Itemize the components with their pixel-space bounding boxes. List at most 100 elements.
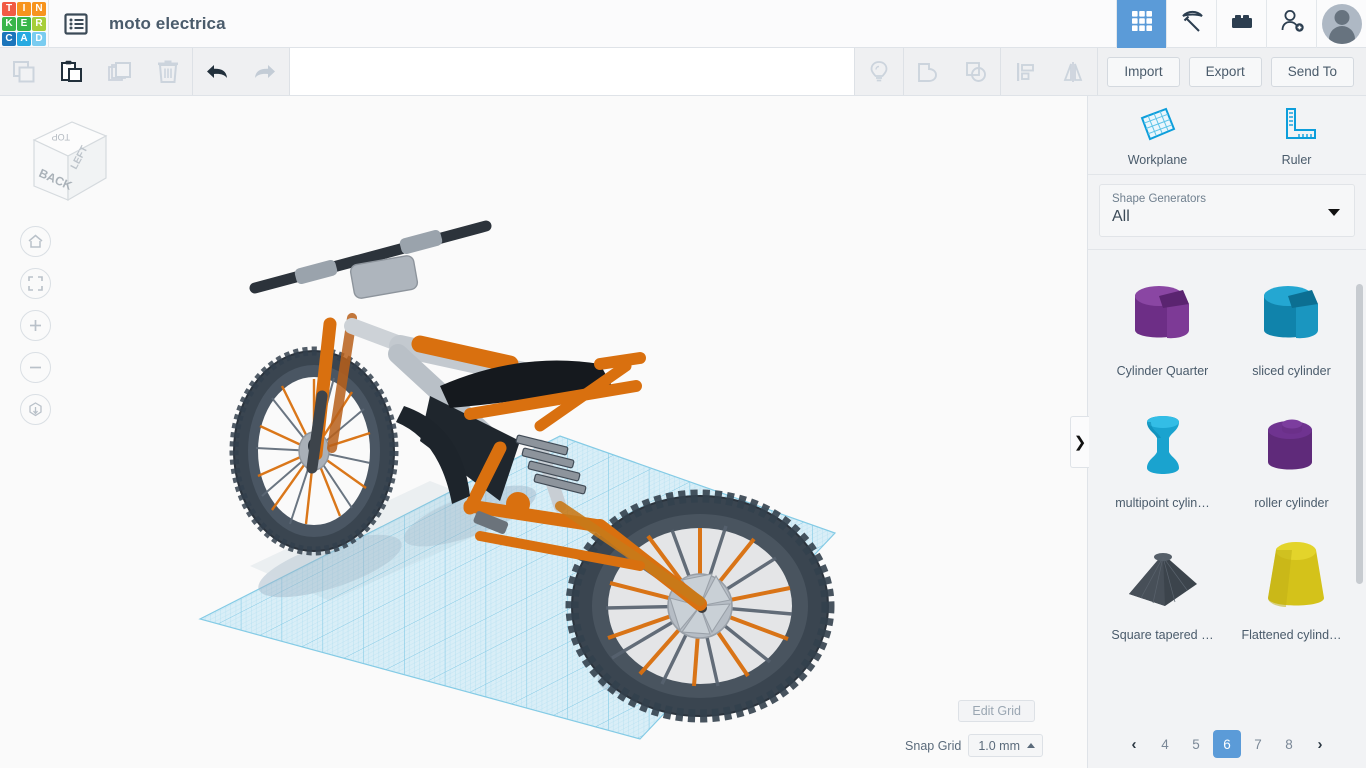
- shapes-scroll-area[interactable]: Cylinder Quarter sliced cylinder multipo…: [1088, 250, 1366, 726]
- duplicate-icon: [108, 61, 131, 81]
- tinkercad-logo[interactable]: TIN KER CAD: [0, 0, 48, 48]
- lightbulb-icon: [871, 60, 888, 81]
- roller-cylinder-icon: [1244, 396, 1340, 492]
- duplicate-button[interactable]: [96, 48, 144, 95]
- workplane-grid: [198, 435, 837, 740]
- ortho-perspective-toggle[interactable]: [20, 394, 51, 425]
- pagination: ‹ 4 5 6 7 8 ›: [1088, 726, 1366, 768]
- user-avatar[interactable]: [1316, 0, 1366, 48]
- zoom-out-button[interactable]: [20, 352, 51, 383]
- top-bar: TIN KER CAD moto electrica: [0, 0, 1366, 48]
- snap-grid-value: 1.0 mm: [978, 738, 1020, 753]
- edit-toolbar: Import Export Send To: [0, 48, 1366, 96]
- logo-tile-c: C: [2, 31, 16, 46]
- group-shapes-icon: [918, 62, 938, 82]
- flattened-cylinder-icon: [1244, 528, 1340, 624]
- import-button[interactable]: Import: [1107, 56, 1180, 87]
- logo-tile-t: T: [2, 1, 16, 16]
- copy-button[interactable]: [0, 48, 48, 95]
- panel-scrollbar[interactable]: [1356, 284, 1363, 584]
- mirror-icon: [1064, 61, 1083, 82]
- pagination-prev[interactable]: ‹: [1120, 730, 1148, 758]
- hint-button[interactable]: [855, 48, 903, 95]
- divider: [1097, 48, 1099, 95]
- avatar: [1321, 3, 1362, 44]
- ungroup-shapes-icon: [966, 61, 987, 82]
- document-list-icon[interactable]: [49, 0, 103, 48]
- zoom-in-button[interactable]: [20, 310, 51, 341]
- collapse-panel-handle[interactable]: ❯: [1070, 416, 1089, 468]
- plus-icon: [30, 320, 41, 331]
- grid-icon: [1129, 8, 1155, 39]
- blocks-button[interactable]: [1216, 0, 1266, 48]
- caret-up-icon: [1027, 743, 1035, 748]
- workplane-icon: [1136, 104, 1180, 149]
- fit-to-view-button[interactable]: [20, 268, 51, 299]
- shape-item[interactable]: roller cylinder: [1227, 396, 1356, 510]
- codeblocks-button[interactable]: [1166, 0, 1216, 48]
- pagination-page-5[interactable]: 5: [1182, 730, 1210, 758]
- undo-button[interactable]: [193, 48, 241, 95]
- page-title: moto electrica: [109, 13, 226, 33]
- shape-generators-value: All: [1112, 208, 1130, 225]
- home-icon: [28, 234, 43, 248]
- shape-item[interactable]: sliced cylinder: [1227, 264, 1356, 378]
- export-button[interactable]: Export: [1188, 56, 1262, 87]
- mirror-button[interactable]: [1049, 48, 1097, 95]
- home-view-button[interactable]: [20, 226, 51, 257]
- group-button[interactable]: [904, 48, 952, 95]
- align-button[interactable]: [1001, 48, 1049, 95]
- sliced-cylinder-icon: [1244, 264, 1340, 360]
- workplane-tool[interactable]: Workplane: [1088, 96, 1227, 174]
- pagination-page-4[interactable]: 4: [1151, 730, 1179, 758]
- paste-icon: [61, 60, 82, 82]
- pagination-page-6[interactable]: 6: [1213, 730, 1241, 758]
- minus-icon: [30, 366, 41, 369]
- panel-tools-row: Workplane Ruler: [1088, 96, 1366, 175]
- shape-label: multipoint cylin…: [1115, 496, 1210, 510]
- 3d-scene: [198, 220, 837, 740]
- logo-tile-r: R: [32, 16, 46, 31]
- shape-generators-select[interactable]: Shape Generators All: [1099, 184, 1355, 237]
- logo-tile-d: D: [32, 31, 46, 46]
- invite-button[interactable]: [1266, 0, 1316, 48]
- viewcube-top-label: TOP: [52, 132, 70, 142]
- redo-button[interactable]: [241, 48, 289, 95]
- square-tapered-icon: [1115, 528, 1211, 624]
- logo-tile-i: I: [17, 1, 31, 16]
- shape-item[interactable]: Cylinder Quarter: [1098, 264, 1227, 378]
- toolbar-right-tools: Import Export Send To: [855, 48, 1366, 95]
- shapes-panel: ❯ Workplane Ruler Shape Generators All C…: [1070, 96, 1366, 768]
- pagination-page-7[interactable]: 7: [1244, 730, 1272, 758]
- logo-tile-a: A: [17, 31, 31, 46]
- 3d-canvas[interactable]: TOP BACK LEFT Edit Grid Snap Grid 1.0 mm: [0, 96, 1087, 768]
- send-to-button[interactable]: Send To: [1270, 56, 1354, 87]
- cylinder-quarter-icon: [1115, 264, 1211, 360]
- shape-label: roller cylinder: [1254, 496, 1329, 510]
- align-icon: [1017, 62, 1035, 81]
- pagination-page-8[interactable]: 8: [1275, 730, 1303, 758]
- chevron-down-icon: [1328, 208, 1340, 216]
- logo-tile-e: E: [17, 16, 31, 31]
- snap-grid-select[interactable]: 1.0 mm: [968, 734, 1043, 757]
- grid-view-button[interactable]: [1116, 0, 1166, 48]
- fit-frame-icon: [28, 276, 43, 291]
- toolbar-empty-area: [290, 48, 856, 95]
- shape-item[interactable]: multipoint cylin…: [1098, 396, 1227, 510]
- ungroup-button[interactable]: [952, 48, 1000, 95]
- undo-arrow-icon: [207, 64, 227, 78]
- view-cube[interactable]: TOP BACK LEFT: [14, 110, 110, 210]
- copy-icon: [13, 60, 35, 82]
- workplane-label: Workplane: [1127, 152, 1188, 167]
- pagination-next[interactable]: ›: [1306, 730, 1334, 758]
- delete-button[interactable]: [144, 48, 192, 95]
- multipoint-cylinder-icon: [1115, 396, 1211, 492]
- shape-item[interactable]: Flattened cylind…: [1227, 528, 1356, 642]
- paste-button[interactable]: [48, 48, 96, 95]
- shape-label: Square tapered …: [1111, 628, 1214, 642]
- ruler-tool[interactable]: Ruler: [1227, 96, 1366, 174]
- logo-tile-n: N: [32, 1, 46, 16]
- shape-item[interactable]: Square tapered …: [1098, 528, 1227, 642]
- shape-label: Flattened cylind…: [1241, 628, 1342, 642]
- edit-grid-button[interactable]: Edit Grid: [958, 700, 1035, 722]
